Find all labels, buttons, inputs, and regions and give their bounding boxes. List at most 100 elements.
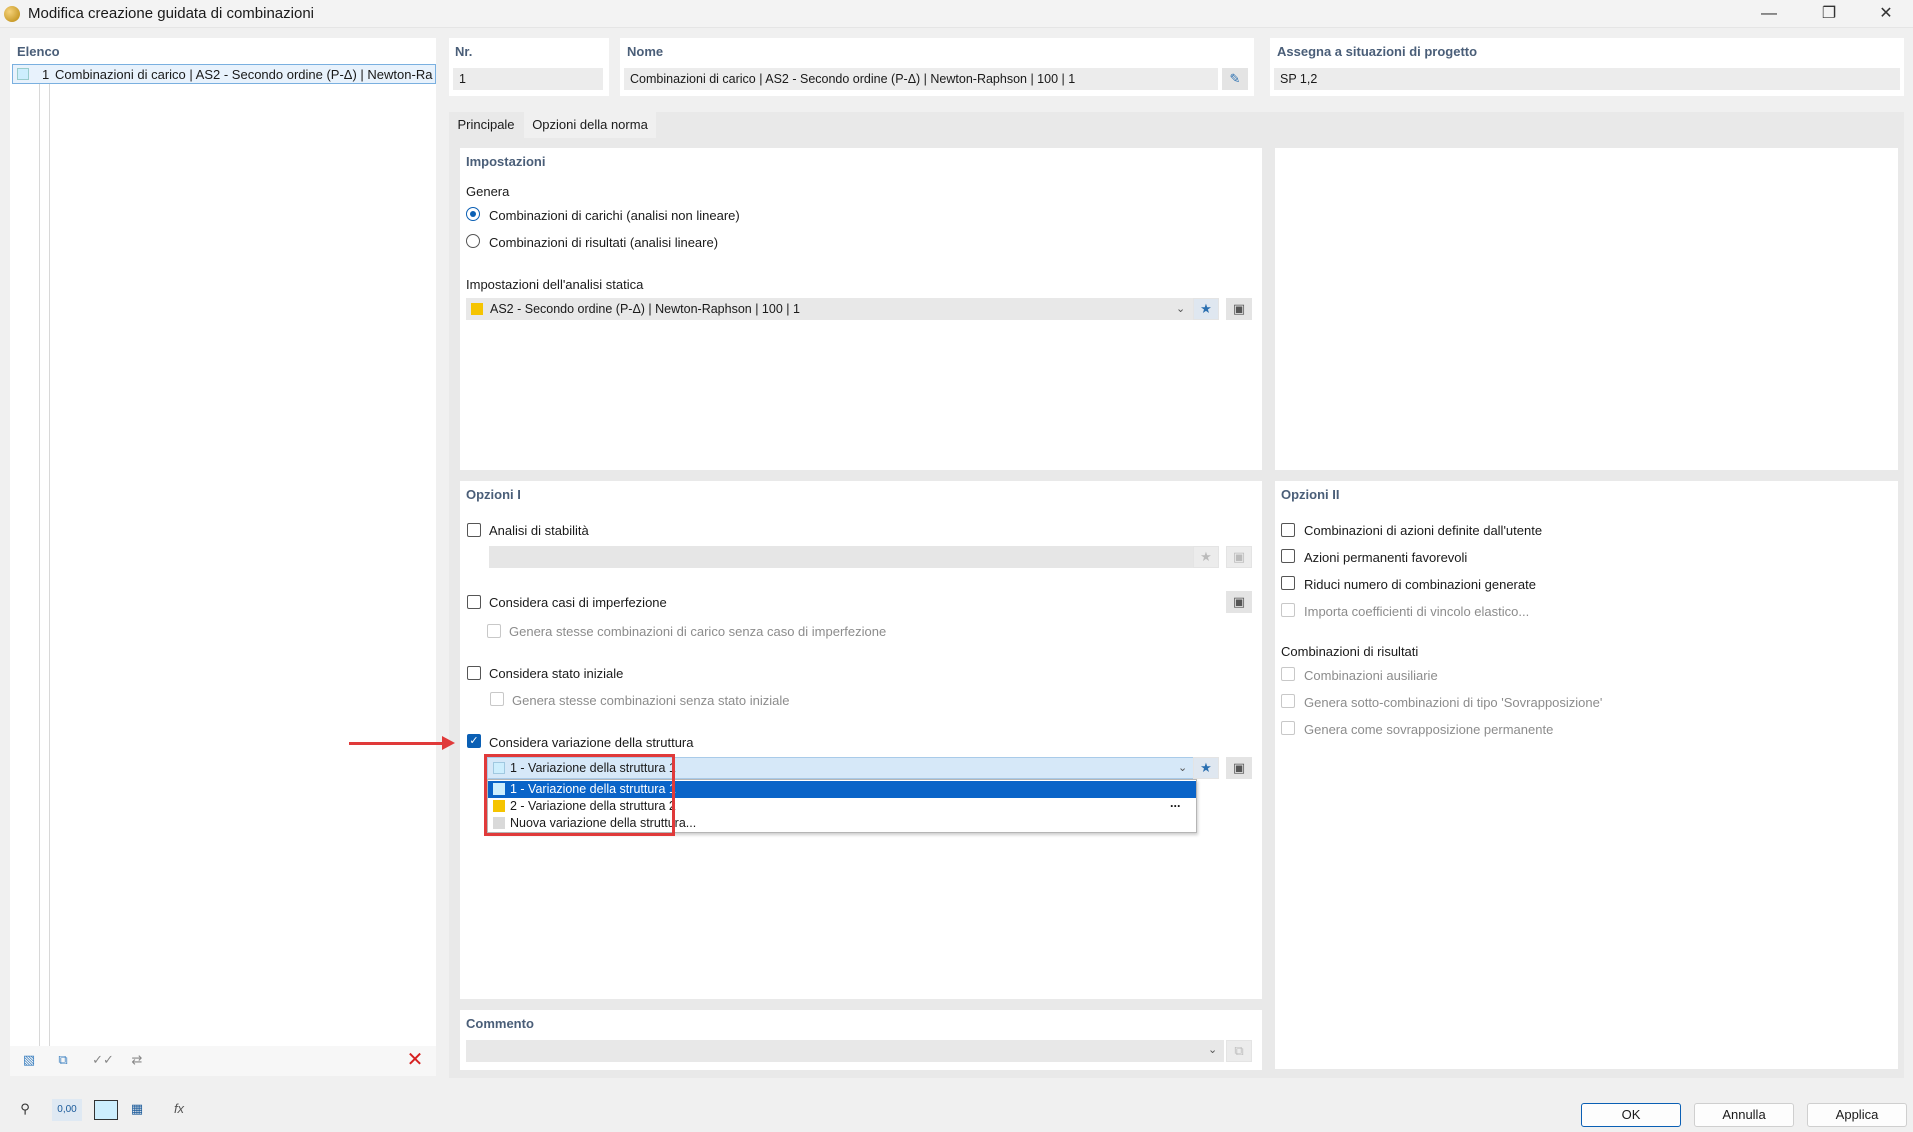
edit-imperfection-icon[interactable]: ▣ [1226, 591, 1252, 613]
new-static-analysis-icon[interactable]: ★ [1193, 298, 1219, 320]
check-all-icon[interactable]: ✓✓ [90, 1050, 116, 1072]
color-icon[interactable] [94, 1100, 118, 1120]
radio-load-combinations[interactable] [466, 207, 480, 221]
imperfection-sub-checkbox [487, 624, 501, 638]
tree-line [39, 84, 40, 1062]
assign-field[interactable]: SP 1,2 [1274, 68, 1900, 90]
close-icon[interactable]: ✕ [1863, 0, 1909, 28]
reduce-label: Riduci numero di combinazioni generate [1304, 577, 1536, 592]
radio-result-combinations-label: Combinazioni di risultati (analisi linea… [489, 235, 719, 250]
new-stability-icon: ★ [1193, 546, 1219, 568]
initial-state-checkbox[interactable] [467, 666, 481, 680]
units-icon[interactable]: 0,00 [52, 1099, 82, 1121]
sub-combos-checkbox [1281, 694, 1295, 708]
opzioni1-panel: Opzioni I Analisi di stabilità ★ ▣ Consi… [460, 481, 1262, 999]
static-analysis-label: Impostazioni dell'analisi statica [466, 277, 644, 292]
initial-state-sub-label: Genera stesse combinazioni senza stato i… [512, 693, 790, 708]
assign-panel: Assegna a situazioni di progetto SP 1,2 [1270, 38, 1904, 96]
radio-result-combinations[interactable] [466, 234, 480, 248]
chevron-down-icon: ⌄ [1178, 762, 1188, 774]
static-analysis-select[interactable]: AS2 - Secondo ordine (P-Δ) | Newton-Raph… [466, 298, 1194, 320]
ok-button[interactable]: OK [1581, 1103, 1681, 1127]
formula-icon[interactable]: fx [166, 1099, 192, 1121]
auxiliary-label: Combinazioni ausiliarie [1304, 668, 1438, 683]
stability-label: Analisi di stabilità [489, 523, 589, 538]
reduce-checkbox[interactable] [1281, 576, 1295, 590]
help-icon[interactable]: ⚲ [12, 1099, 38, 1121]
nr-panel: Nr. 1 [449, 38, 609, 96]
chevron-down-icon: ⌄ [1208, 1044, 1218, 1056]
chevron-down-icon: ⌄ [1176, 303, 1186, 315]
opzioni2-title: Opzioni II [1281, 487, 1340, 502]
import-coeff-checkbox [1281, 603, 1295, 617]
edit-stability-icon: ▣ [1226, 546, 1252, 568]
apply-button[interactable]: Applica [1807, 1103, 1907, 1127]
edit-variation-icon[interactable]: ▣ [1226, 757, 1252, 779]
highlight-box [484, 754, 675, 836]
structure-variation-checkbox[interactable]: ✓ [467, 734, 481, 748]
sub-combos-label: Genera sotto-combinazioni di tipo 'Sovra… [1304, 695, 1603, 710]
structure-variation-label: Considera variazione della struttura [489, 735, 694, 750]
favorable-label: Azioni permanenti favorevoli [1304, 550, 1468, 565]
auxiliary-checkbox [1281, 667, 1295, 681]
annotation-arrow-head [442, 736, 455, 750]
list-toolbar: ▧ ⧉ ✓✓ ⇄ ✕ [10, 1046, 436, 1076]
list-item-label: Combinazioni di carico | AS2 - Secondo o… [55, 67, 433, 82]
new-item-icon[interactable]: ▧ [16, 1050, 42, 1072]
display-settings-icon[interactable]: ▦ [124, 1099, 150, 1121]
uncheck-icon[interactable]: ⇄ [124, 1050, 150, 1072]
opzioni1-title: Opzioni I [466, 487, 521, 502]
edit-static-analysis-icon[interactable]: ▣ [1226, 298, 1252, 320]
name-panel: Nome Combinazioni di carico | AS2 - Seco… [620, 38, 1254, 96]
window-title: Modifica creazione guidata di combinazio… [28, 5, 314, 22]
permanent-overlay-label: Genera come sovrapposizione permanente [1304, 722, 1554, 737]
new-variation-icon[interactable]: ★ [1193, 757, 1219, 779]
restore-icon[interactable]: ❐ [1806, 0, 1852, 28]
favorable-checkbox[interactable] [1281, 549, 1295, 563]
static-analysis-value: AS2 - Secondo ordine (P-Δ) | Newton-Raph… [490, 302, 800, 316]
result-combos-label: Combinazioni di risultati [1281, 644, 1419, 659]
genera-label: Genera [466, 184, 510, 199]
import-coeff-label: Importa coefficienti di vincolo elastico… [1304, 604, 1530, 619]
nr-field[interactable]: 1 [453, 68, 603, 90]
tab-opzioni-norma[interactable]: Opzioni della norma [524, 112, 656, 138]
list-item-number: 1 [42, 67, 50, 82]
permanent-overlay-checkbox [1281, 721, 1295, 735]
imperfection-label: Considera casi di imperfezione [489, 595, 667, 610]
cancel-button[interactable]: Annulla [1694, 1103, 1794, 1127]
user-actions-checkbox[interactable] [1281, 523, 1295, 537]
name-field[interactable]: Combinazioni di carico | AS2 - Secondo o… [624, 68, 1218, 90]
title-bar: Modifica creazione guidata di combinazio… [0, 0, 1913, 28]
imperfection-sub-label: Genera stesse combinazioni di carico sen… [509, 624, 887, 639]
name-label: Nome [627, 44, 664, 59]
comment-panel: Commento ⌄ ⧉ [460, 1010, 1262, 1070]
delete-icon[interactable]: ✕ [402, 1050, 428, 1072]
comment-copy-icon: ⧉ [1226, 1040, 1252, 1062]
app-icon [4, 6, 20, 22]
yellow-swatch [471, 303, 483, 315]
comment-select[interactable]: ⌄ [466, 1040, 1224, 1062]
copy-item-icon[interactable]: ⧉ [50, 1050, 76, 1072]
minimize-icon[interactable]: — [1746, 0, 1792, 28]
tree-line [49, 84, 50, 1062]
stability-select [489, 546, 1197, 568]
list-header: Elenco [17, 44, 60, 59]
opzioni2-panel: Opzioni II Combinazioni di azioni defini… [1275, 481, 1898, 1069]
initial-state-sub-checkbox [490, 692, 504, 706]
radio-load-combinations-label: Combinazioni di carichi (analisi non lin… [489, 208, 740, 223]
more-options-icon[interactable]: ... [1170, 795, 1180, 812]
nr-label: Nr. [455, 44, 473, 59]
annotation-arrow-line [349, 742, 444, 745]
list-item[interactable]: 1 Combinazioni di carico | AS2 - Secondo… [12, 64, 436, 84]
tab-principale[interactable]: Principale [449, 112, 523, 138]
imperfection-checkbox[interactable] [467, 595, 481, 609]
impostazioni-panel: Impostazioni Genera Combinazioni di cari… [460, 148, 1262, 470]
preview-panel [1275, 148, 1898, 470]
footer: ⚲ 0,00 ▦ fx OK Annulla Applica [0, 1085, 1913, 1132]
assign-label: Assegna a situazioni di progetto [1277, 44, 1478, 59]
stability-checkbox[interactable] [467, 523, 481, 537]
edit-name-icon[interactable]: ✎ [1222, 68, 1248, 90]
user-actions-label: Combinazioni di azioni definite dall'ute… [1304, 523, 1543, 538]
comment-label: Commento [466, 1016, 534, 1031]
color-swatch [17, 68, 29, 80]
